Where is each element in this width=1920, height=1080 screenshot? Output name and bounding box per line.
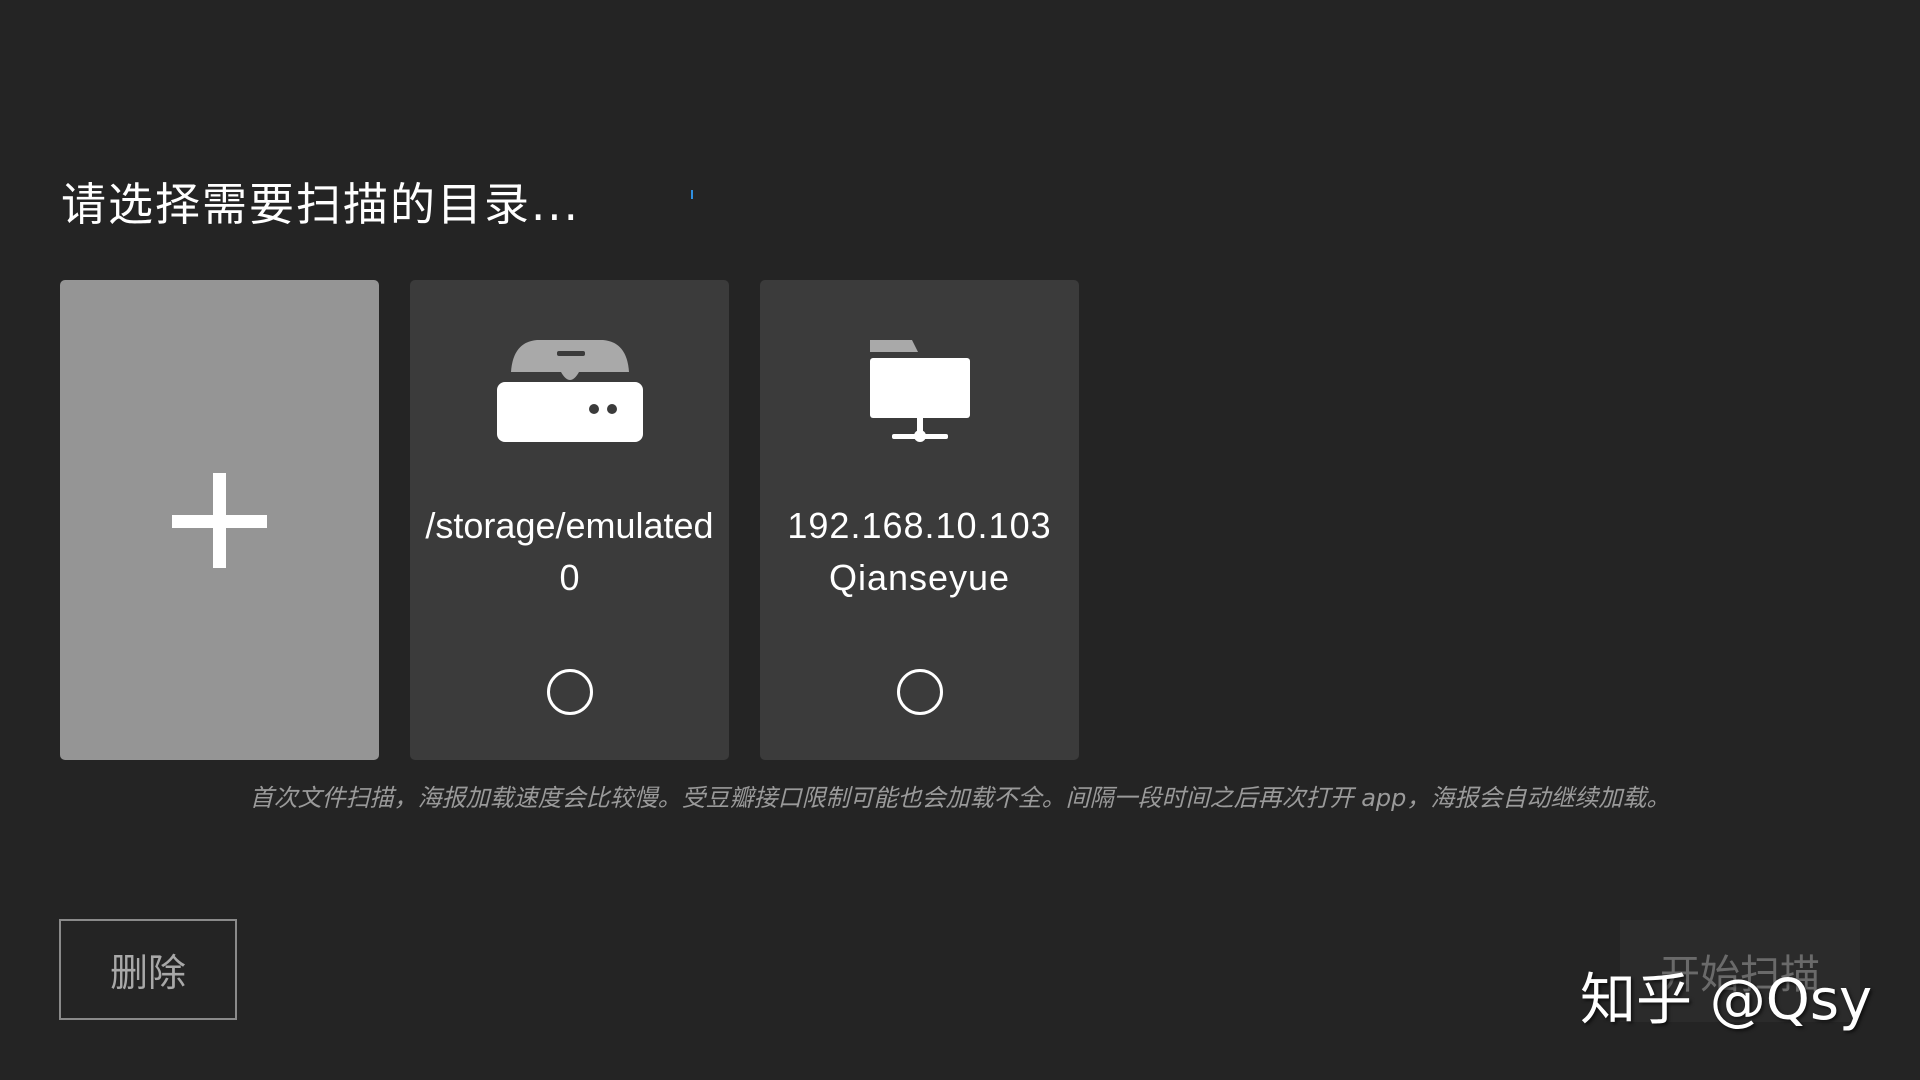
select-radio-local[interactable]	[546, 669, 593, 715]
network-folder-icon	[869, 340, 970, 442]
loading-indicator	[691, 190, 693, 199]
share-name: Qianseyue	[828, 557, 1011, 598]
scan-directory-screen: 请选择需要扫描的目录... /storage/emulated 0 192.16…	[0, 0, 1920, 1080]
directory-path-label: /storage/emulated 0	[410, 500, 729, 604]
directory-card-network-share[interactable]: 192.168.10.103 Qianseyue	[760, 280, 1079, 760]
add-directory-card[interactable]	[60, 280, 379, 760]
path-line-2: 0	[559, 557, 580, 598]
watermark: 知乎 @Qsy	[1580, 968, 1873, 1033]
delete-button[interactable]: 删除	[59, 919, 237, 1020]
path-line-1: /storage/emulated	[425, 505, 714, 546]
network-share-label: 192.168.10.103 Qianseyue	[760, 500, 1079, 604]
page-title: 请选择需要扫描的目录...	[61, 178, 580, 231]
scan-notice-text: 首次文件扫描，海报加载速度会比较慢。受豆瓣接口限制可能也会加载不全。间隔一段时间…	[249, 784, 1671, 812]
select-radio-network[interactable]	[896, 669, 943, 715]
server-address: 192.168.10.103	[787, 505, 1052, 546]
hard-drive-icon	[496, 340, 643, 442]
directory-card-local-storage[interactable]: /storage/emulated 0	[410, 280, 729, 760]
